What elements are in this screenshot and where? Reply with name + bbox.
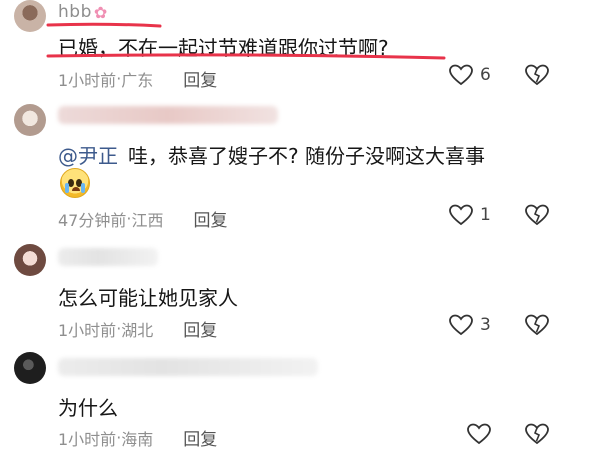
username[interactable]: hbb ✿ xyxy=(58,2,108,22)
avatar[interactable] xyxy=(14,104,46,136)
comment-text: 怎么可能让她见家人 xyxy=(58,286,238,310)
broken-heart-icon[interactable] xyxy=(524,63,550,87)
mention-link[interactable]: @尹正 xyxy=(58,144,118,168)
comment-time: 1小时前 xyxy=(58,429,117,449)
like-count: 3 xyxy=(480,315,491,335)
comment-location: 广东 xyxy=(121,70,154,90)
comment-text: @尹正 哇，恭喜了嫂子不? 随份子没啊这大喜事 xyxy=(58,140,485,169)
comment-location: 湖北 xyxy=(121,320,154,340)
comment-location: 海南 xyxy=(121,429,154,449)
avatar[interactable] xyxy=(14,244,46,276)
username-label[interactable]: hbb xyxy=(58,2,92,22)
broken-heart-icon[interactable] xyxy=(524,422,550,446)
username-blurred xyxy=(58,358,318,376)
highlight-underline xyxy=(46,53,446,60)
like-button[interactable]: 3 xyxy=(448,313,524,337)
username-blurred xyxy=(58,106,278,124)
reply-button[interactable]: 回复 xyxy=(183,66,217,91)
reply-button[interactable]: 回复 xyxy=(183,425,217,450)
comment-time: 47分钟前 xyxy=(58,210,127,230)
like-count: 1 xyxy=(480,205,491,225)
avatar[interactable] xyxy=(14,352,46,384)
comment-actions xyxy=(466,422,550,446)
username-blurred xyxy=(58,248,158,266)
comment-location: 江西 xyxy=(131,210,164,230)
comment-meta: 1小时前 · 海南 回复 xyxy=(58,425,217,450)
comment-meta: 1小时前 · 湖北 回复 xyxy=(58,316,217,341)
broken-heart-icon[interactable] xyxy=(524,203,550,227)
like-button[interactable]: 1 xyxy=(448,203,524,227)
comment-actions: 1 xyxy=(448,203,550,227)
avatar[interactable] xyxy=(14,0,46,32)
like-button[interactable] xyxy=(466,422,524,446)
comment-text: 为什么 xyxy=(58,396,118,420)
comment-text-body: 哇，恭喜了嫂子不? 随份子没啊这大喜事 xyxy=(128,144,485,168)
broken-heart-icon[interactable] xyxy=(524,313,550,337)
comment-meta: 47分钟前 · 江西 回复 xyxy=(58,206,227,231)
reply-button[interactable]: 回复 xyxy=(183,316,217,341)
heart-outline-icon xyxy=(449,64,473,86)
comment-meta: 1小时前 · 广东 回复 xyxy=(58,66,217,91)
comment-actions: 3 xyxy=(448,313,550,337)
heart-outline-icon xyxy=(449,314,473,336)
comment-actions: 6 xyxy=(448,63,550,87)
reply-button[interactable]: 回复 xyxy=(193,206,227,231)
highlight-underline xyxy=(46,22,162,28)
like-button[interactable]: 6 xyxy=(448,63,524,87)
like-count: 6 xyxy=(480,65,491,85)
heart-outline-icon xyxy=(449,204,473,226)
flower-icon: ✿ xyxy=(93,2,108,22)
crying-face-icon xyxy=(60,168,90,198)
comment-time: 1小时前 xyxy=(58,320,117,340)
heart-outline-icon xyxy=(467,423,491,445)
comment-time: 1小时前 xyxy=(58,70,117,90)
